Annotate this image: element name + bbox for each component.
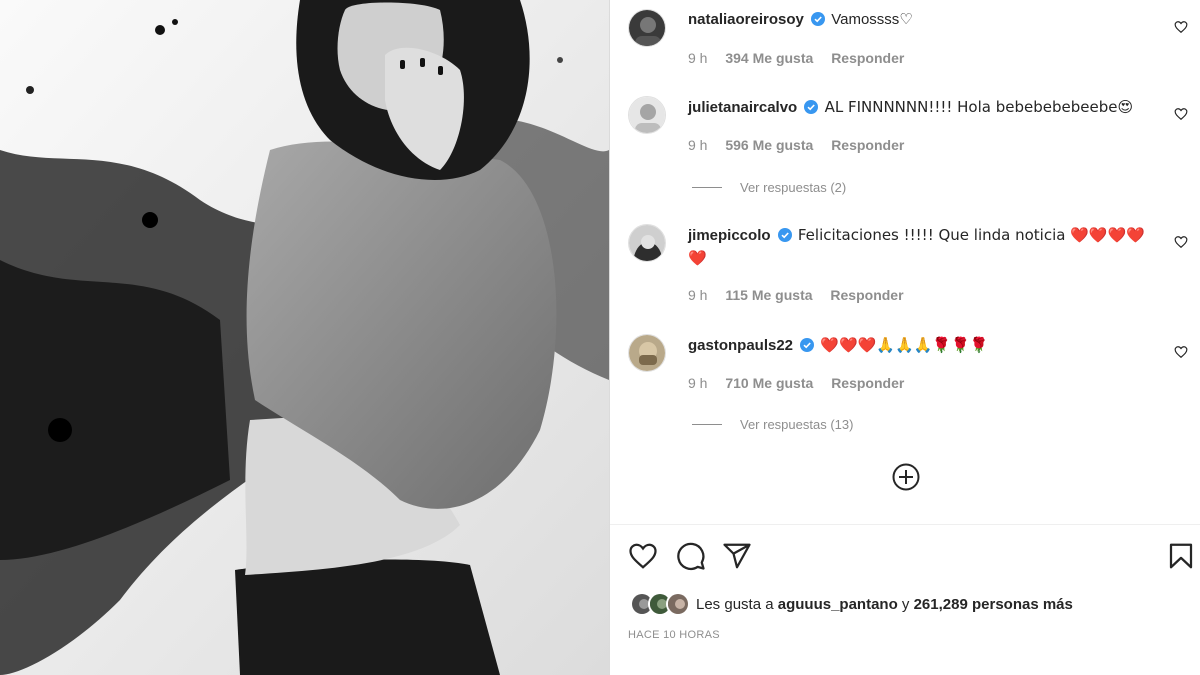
comment-message: Vamossss♡ — [831, 11, 913, 28]
avatar[interactable] — [628, 96, 666, 134]
reply-button[interactable]: Responder — [831, 137, 904, 153]
comment-username[interactable]: jimepiccolo — [688, 227, 771, 244]
verified-badge-icon — [804, 100, 819, 114]
comment-meta: 9 h 596 Me gusta Responder — [688, 137, 918, 153]
comment-message: AL FINNNNNN!!!! Hola bebebebebeebe😍 — [824, 98, 1134, 116]
post-photo-illustration — [0, 0, 609, 675]
verified-badge-icon — [811, 12, 826, 26]
comment-meta: 9 h 710 Me gusta Responder — [688, 375, 918, 391]
reply-button[interactable]: Responder — [831, 50, 904, 66]
verified-badge-icon — [777, 228, 792, 242]
section-divider — [610, 524, 1200, 525]
comments-panel: nataliaoreirosoy Vamossss♡ 9 h 394 Me gu… — [610, 0, 1200, 675]
comment-text: nataliaoreirosoy Vamossss♡ — [688, 9, 1158, 31]
avatar — [666, 592, 690, 616]
comment-likes[interactable]: 596 Me gusta — [725, 137, 813, 153]
plus-circle-icon[interactable] — [891, 462, 921, 492]
post-timestamp[interactable]: HACE 10 HORAS — [628, 629, 720, 641]
comment-username[interactable]: nataliaoreirosoy — [688, 11, 804, 28]
comment-time[interactable]: 9 h — [688, 137, 707, 153]
avatar[interactable] — [628, 224, 666, 262]
replies-line — [692, 424, 722, 425]
comment-like-heart-icon[interactable] — [1174, 20, 1188, 34]
view-replies-label: Ver respuestas (2) — [740, 180, 847, 195]
comment-time[interactable]: 9 h — [688, 375, 707, 391]
avatar[interactable] — [628, 334, 666, 372]
comment-likes[interactable]: 710 Me gusta — [725, 375, 813, 391]
heart-icon[interactable] — [628, 541, 658, 571]
likes-count[interactable]: 261,289 personas más — [914, 596, 1073, 613]
comment-likes[interactable]: 115 Me gusta — [725, 287, 812, 303]
comment-likes[interactable]: 394 Me gusta — [725, 50, 813, 66]
comment-message: ❤️❤️❤️🙏🙏🙏🌹🌹🌹 — [820, 336, 989, 354]
send-icon[interactable] — [722, 541, 752, 571]
post-photo[interactable] — [0, 0, 609, 675]
comment-text: gastonpauls22 ❤️❤️❤️🙏🙏🙏🌹🌹🌹 — [688, 334, 1158, 357]
comment-like-heart-icon[interactable] — [1174, 345, 1188, 359]
view-replies-label: Ver respuestas (13) — [740, 417, 854, 432]
liked-by-avatars[interactable] — [630, 592, 692, 616]
comment-username[interactable]: gastonpauls22 — [688, 337, 793, 354]
comment-time[interactable]: 9 h — [688, 287, 707, 303]
replies-line — [692, 187, 722, 188]
comment-like-heart-icon[interactable] — [1174, 235, 1188, 249]
likes-prefix: Les gusta a — [696, 595, 774, 613]
reply-button[interactable]: Responder — [830, 287, 903, 303]
liked-by-username[interactable]: aguuus_pantano — [778, 596, 898, 613]
comment-like-heart-icon[interactable] — [1174, 107, 1188, 121]
action-bar — [628, 541, 1193, 573]
likes-summary: Les gusta a aguuus_pantano y 261,289 per… — [630, 592, 1073, 616]
likes-joiner: y — [901, 595, 910, 613]
view-replies-button[interactable]: Ver respuestas (13) — [692, 417, 853, 432]
comment-username[interactable]: julietanaircalvo — [688, 99, 797, 116]
avatar[interactable] — [628, 9, 666, 47]
comment-meta: 9 h 394 Me gusta Responder — [688, 50, 918, 66]
comment-text: julietanaircalvo AL FINNNNNN!!!! Hola be… — [688, 96, 1158, 119]
comment-meta: 9 h 115 Me gusta Responder — [688, 287, 918, 303]
comment-icon[interactable] — [676, 541, 706, 571]
comment-time[interactable]: 9 h — [688, 50, 707, 66]
bookmark-icon[interactable] — [1166, 541, 1196, 571]
comment-text: jimepiccolo Felicitaciones !!!!! Que lin… — [688, 224, 1158, 270]
view-replies-button[interactable]: Ver respuestas (2) — [692, 180, 846, 195]
verified-badge-icon — [800, 338, 815, 352]
reply-button[interactable]: Responder — [831, 375, 904, 391]
